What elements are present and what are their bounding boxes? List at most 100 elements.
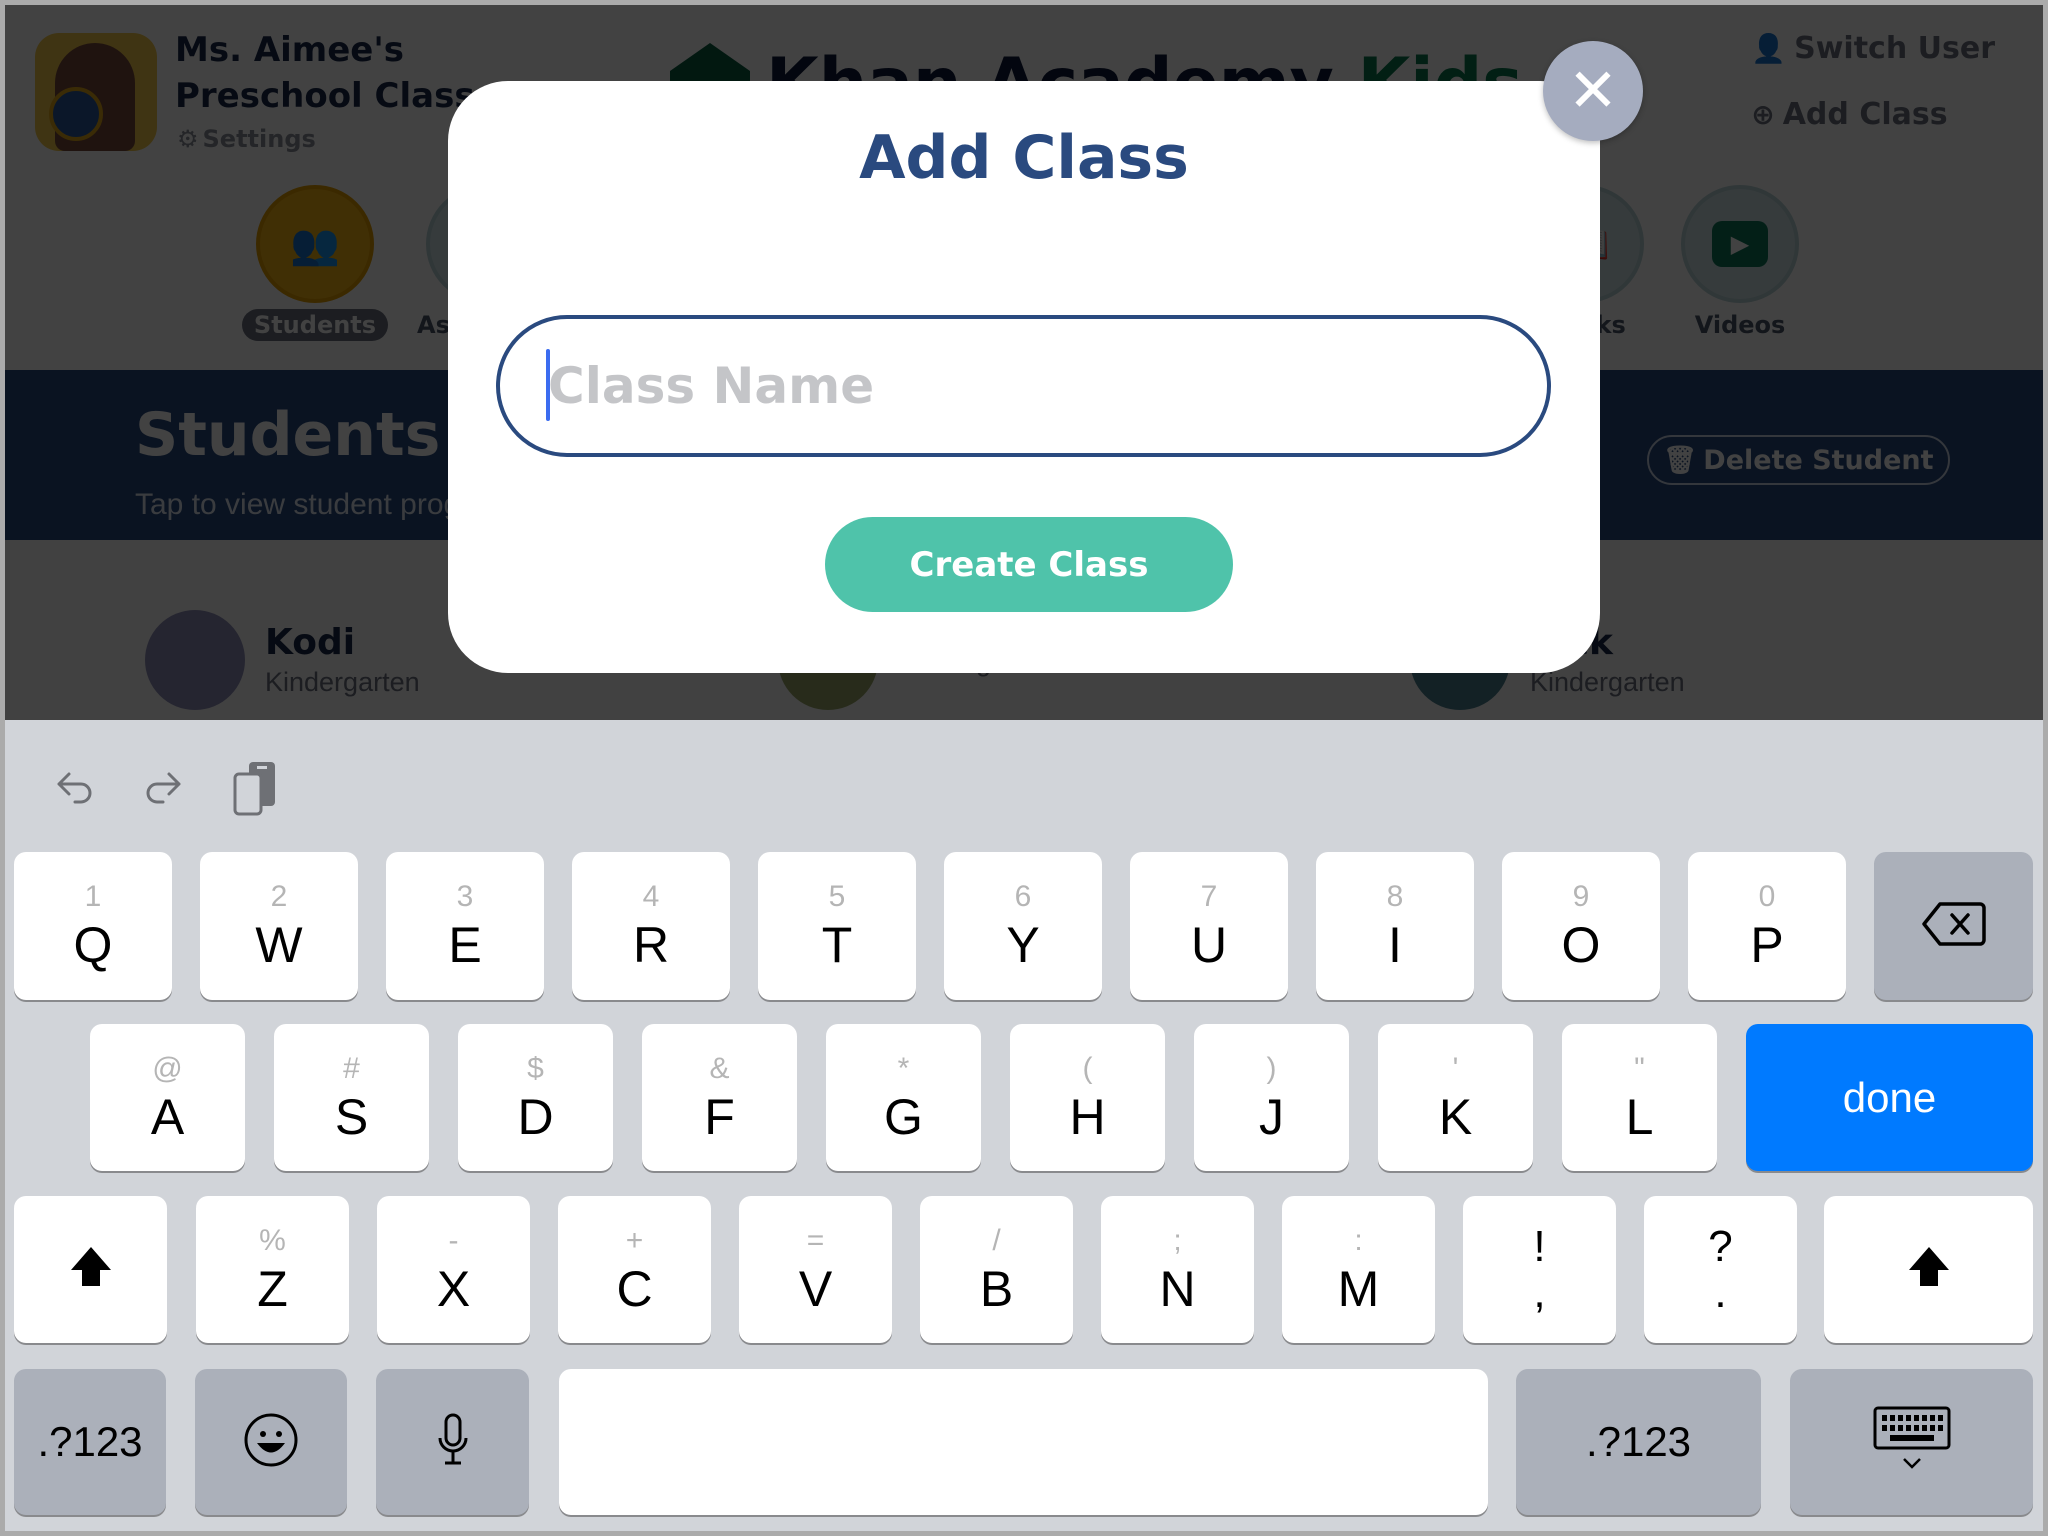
key-char: X (436, 1260, 471, 1317)
key-char: Q (73, 917, 113, 973)
key-g[interactable]: * G (826, 1024, 981, 1171)
key-t[interactable]: 5T (758, 852, 916, 1000)
key-alt-char: % (259, 1223, 286, 1257)
key-char: S (334, 1088, 369, 1145)
done-label: done (1842, 1073, 1937, 1121)
key-char: D (517, 1088, 554, 1145)
key-s[interactable]: # S (274, 1024, 429, 1171)
key-alt-char: ( (1082, 1051, 1093, 1085)
key-j[interactable]: ) J (1194, 1024, 1349, 1171)
close-icon: ✕ (1567, 56, 1619, 126)
key-exclaim-comma[interactable]: !, (1463, 1196, 1616, 1343)
key-alt-char: " (1634, 1051, 1645, 1085)
key-char: M (1337, 1260, 1380, 1317)
key-alt-char: ) (1266, 1051, 1277, 1085)
key-char: P (1750, 917, 1784, 973)
key-char: O (1561, 917, 1601, 973)
emoji-icon (243, 1412, 299, 1473)
key-r[interactable]: 4R (572, 852, 730, 1000)
key-l[interactable]: " L (1562, 1024, 1717, 1171)
add-class-dialog: Add Class Create Class (448, 81, 1600, 673)
close-dialog-button[interactable]: ✕ (1543, 41, 1643, 141)
backspace-key[interactable] (1874, 852, 2033, 1000)
key-char: H (1069, 1088, 1106, 1145)
key-alt-char: 4 (642, 880, 660, 913)
class-name-input[interactable] (496, 315, 1551, 457)
key-char: Z (257, 1260, 288, 1317)
numbers-label: .?123 (1585, 1418, 1692, 1465)
key-n[interactable]: ; N (1101, 1196, 1254, 1343)
key-x[interactable]: -X (377, 1196, 530, 1343)
key-char: I (1388, 917, 1402, 973)
key-c[interactable]: + C (558, 1196, 711, 1343)
key-char: E (448, 917, 482, 973)
key-alt-char: 9 (1572, 880, 1590, 913)
key-alt-char: ; (1173, 1223, 1182, 1257)
key-p[interactable]: 0P (1688, 852, 1846, 1000)
key-char: L (1625, 1088, 1654, 1145)
key-alt-char: ' (1452, 1051, 1459, 1085)
key-char: N (1159, 1260, 1196, 1317)
key-w[interactable]: 2W (200, 852, 358, 1000)
key-h[interactable]: (H (1010, 1024, 1165, 1171)
key-char: Y (1006, 917, 1040, 973)
key-a[interactable]: @ A (90, 1024, 245, 1171)
key-alt-char: = (806, 1223, 825, 1257)
key-alt-char: 6 (1014, 880, 1032, 913)
emoji-key[interactable] (195, 1369, 347, 1515)
undo-button[interactable] (45, 758, 105, 818)
shift-icon (1906, 1244, 1952, 1295)
numbers-key-left[interactable]: .?123 (14, 1369, 166, 1515)
key-alt-char: 2 (270, 880, 288, 913)
paste-button[interactable] (225, 758, 285, 818)
shift-key-right[interactable] (1824, 1196, 2033, 1343)
key-question-period[interactable]: ?. (1644, 1196, 1797, 1343)
screen: Ms. Aimee's Preschool Class ⚙Settings Kh… (5, 5, 2043, 1531)
key-char: V (798, 1260, 833, 1317)
key-v[interactable]: = V (739, 1196, 892, 1343)
redo-button[interactable] (133, 758, 193, 818)
key-alt-char: # (343, 1051, 360, 1085)
numbers-label: .?123 (37, 1418, 143, 1465)
done-key[interactable]: done (1746, 1024, 2033, 1171)
microphone-icon (436, 1412, 470, 1473)
dictation-key[interactable] (376, 1369, 529, 1515)
keyboard-dismiss-icon (1872, 1405, 1952, 1480)
backspace-icon (1921, 901, 1986, 952)
key-i[interactable]: 8I (1316, 852, 1474, 1000)
key-k[interactable]: ' K (1378, 1024, 1533, 1171)
key-d[interactable]: $ D (458, 1024, 613, 1171)
key-char: K (1438, 1088, 1473, 1145)
key-q[interactable]: 1Q (14, 852, 172, 1000)
key-shift-char: ? (1708, 1221, 1733, 1271)
key-e[interactable]: 3E (386, 852, 544, 1000)
key-alt-char: * (897, 1051, 910, 1085)
keyboard-toolbar (5, 720, 2043, 840)
key-f[interactable]: & F (642, 1024, 797, 1171)
key-char: F (704, 1088, 735, 1145)
key-alt-char: & (709, 1051, 730, 1085)
key-char: W (255, 917, 303, 973)
key-b[interactable]: / B (920, 1196, 1073, 1343)
space-key[interactable] (559, 1369, 1488, 1515)
numbers-key-right[interactable]: .?123 (1516, 1369, 1761, 1515)
key-alt-char: @ (152, 1051, 183, 1085)
key-m[interactable]: :M (1282, 1196, 1435, 1343)
key-shift-char: ! (1533, 1221, 1546, 1271)
key-char: A (150, 1088, 185, 1145)
dismiss-keyboard-key[interactable] (1790, 1369, 2033, 1515)
key-alt-char: : (1354, 1223, 1363, 1257)
key-char: . (1714, 1267, 1727, 1317)
key-u[interactable]: 7U (1130, 852, 1288, 1000)
paste-icon (233, 762, 275, 816)
key-z[interactable]: % Z (196, 1196, 349, 1343)
key-o[interactable]: 9O (1502, 852, 1660, 1000)
key-char: G (884, 1088, 923, 1145)
create-class-button[interactable]: Create Class (825, 517, 1233, 612)
key-alt-char: 8 (1386, 880, 1404, 913)
key-y[interactable]: 6Y (944, 852, 1102, 1000)
shift-key-left[interactable] (14, 1196, 167, 1343)
key-alt-char: 3 (456, 880, 474, 913)
undo-icon (57, 772, 92, 804)
key-alt-char: 5 (828, 880, 846, 913)
